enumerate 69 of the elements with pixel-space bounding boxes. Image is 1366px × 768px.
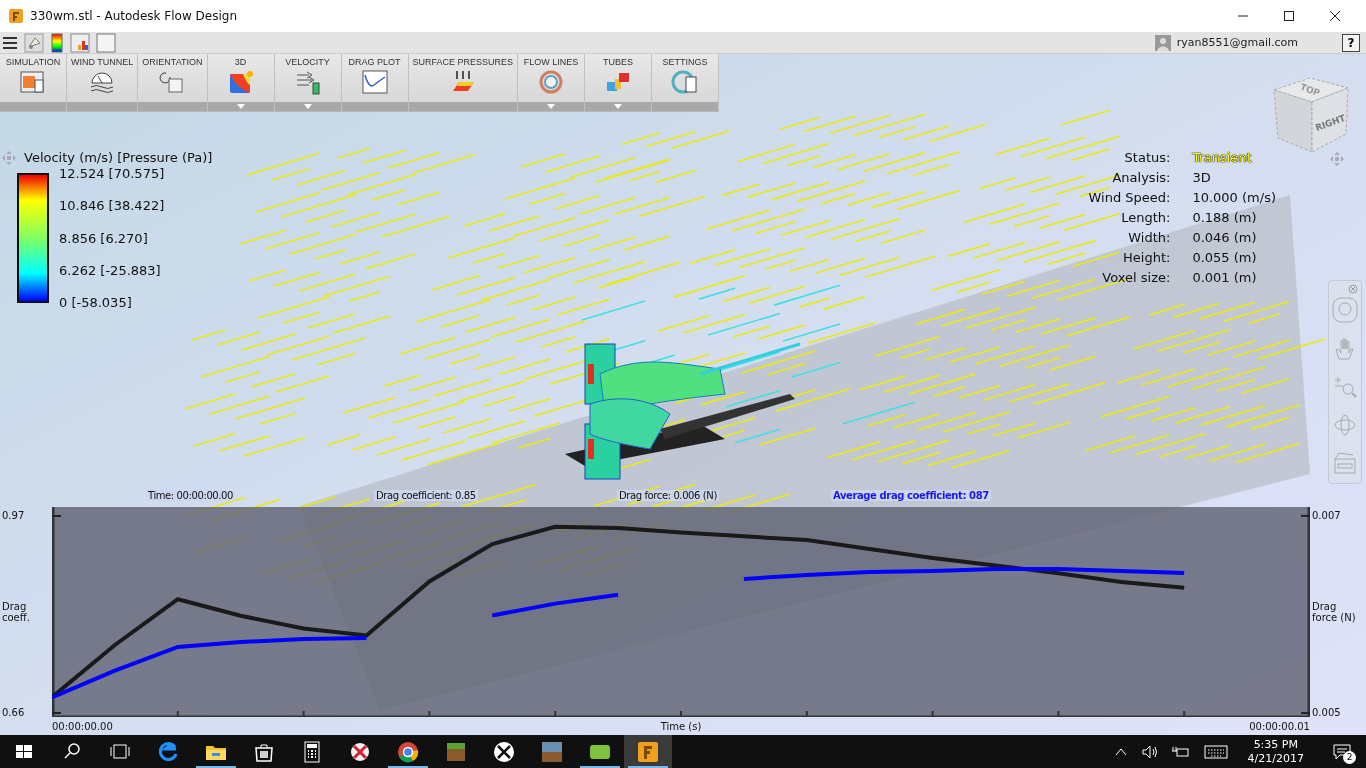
ribbon-tool[interactable]: SURFACE PRESSURES [408, 54, 519, 111]
ribbon-tool[interactable]: TUBES [585, 54, 653, 111]
status-value: 3D [1192, 170, 1212, 185]
menu-icon[interactable] [2, 35, 18, 50]
axis-tick-label: 0.005 [1312, 706, 1341, 721]
axis-tick-label: 0.97 [2, 509, 25, 523]
speech-bubble-icon [1333, 743, 1351, 760]
drag-coefficient-readout: Drag coefficient: 0.85 [374, 489, 478, 501]
close-icon[interactable] [1329, 10, 1341, 22]
ribbon-tool[interactable]: 3D [207, 54, 275, 111]
ribbon-tool[interactable]: WIND TUNNEL [67, 54, 139, 111]
lamp-icon[interactable] [24, 32, 44, 53]
status-value: 0.055 (m) [1192, 250, 1258, 265]
status-label: Voxel size: [1101, 270, 1171, 285]
curve-chart-icon [360, 69, 389, 95]
maximize-icon[interactable] [1283, 10, 1295, 22]
status-value: Transient [1192, 150, 1253, 165]
ribbon-tool[interactable]: FLOW LINES [518, 54, 586, 111]
average-drag-readout: Average drag coefficient: 087 [831, 489, 991, 501]
picture-tile-icon [540, 739, 564, 764]
app-logo-icon [636, 739, 660, 764]
legend-label: 0 [-58.035] [59, 295, 133, 310]
axis-tick-label: 00:00:00.01 [1249, 720, 1310, 732]
clock-time[interactable]: 5:35 PM [1253, 737, 1298, 752]
time-readout: Time: 00:00:00.00 [146, 489, 236, 501]
axis-title: Drag coeff. [2, 601, 31, 623]
ribbon-tool[interactable]: DRAG PLOT [341, 54, 409, 111]
notification-count: 2 [1343, 751, 1356, 764]
status-label: Width: [1127, 230, 1171, 245]
status-label: Length: [1120, 210, 1171, 225]
legend-label: 8.856 [6.270] [59, 230, 149, 246]
status-value: 0.188 (m) [1192, 210, 1258, 225]
ribbon-tool[interactable]: SIMULATION [0, 54, 67, 111]
ribbon-tool[interactable]: ORIENTATION [138, 54, 208, 111]
notification-button[interactable]: 2 [1324, 735, 1360, 768]
axis-title: Time (s) [660, 720, 702, 732]
status-label: Analysis: [1111, 170, 1171, 185]
axis-title: Drag force (N) [1312, 601, 1357, 623]
color-scale-icon[interactable] [50, 32, 64, 53]
ribbon-tool[interactable]: SETTINGS [652, 54, 720, 111]
ring-document-icon [671, 69, 700, 95]
app-logo-icon [8, 8, 24, 24]
speaker-icon[interactable] [1141, 744, 1158, 759]
account-email[interactable]: ryan8551@gmail.com [1176, 36, 1298, 49]
drag-force-readout: Drag force: 0.006 (N) [617, 489, 719, 501]
keyboard-icon[interactable] [1203, 744, 1228, 759]
legend-label: 10.846 [38.422] [59, 198, 165, 214]
axis-tick-label: 0.66 [2, 706, 25, 720]
bar-chart-icon[interactable] [70, 32, 90, 53]
legend-label: 6.262 [-25.883] [59, 262, 162, 278]
x-circle-icon [492, 739, 516, 764]
status-label: Wind Speed: [1088, 190, 1171, 205]
browser-icon [156, 739, 180, 764]
status-value: 10.000 (m/s) [1192, 190, 1276, 205]
status-label: Status: [1123, 150, 1171, 165]
battery-plug-icon[interactable] [1171, 744, 1190, 759]
legend-title: Velocity (m/s) [Pressure (Pa)] [24, 150, 213, 165]
legend-label: 12.524 [70.575] [59, 166, 165, 181]
axis-tick-label: 0.007 [1312, 508, 1341, 523]
axis-tick-label: 00:00:00.00 [52, 720, 113, 732]
ribbon-tool[interactable]: VELOCITY [274, 54, 342, 111]
window-title: 330wm.stl - Autodesk Flow Design [30, 9, 237, 23]
clock-date[interactable]: 4/21/2017 [1247, 751, 1304, 766]
circle-logo-icon [396, 739, 420, 764]
status-label: Height: [1122, 250, 1171, 265]
status-value: 0.046 (m) [1192, 230, 1258, 245]
help-button[interactable]: ? [1342, 33, 1360, 52]
window-chart-icon [19, 69, 47, 95]
status-value: 0.001 (m) [1192, 270, 1258, 285]
